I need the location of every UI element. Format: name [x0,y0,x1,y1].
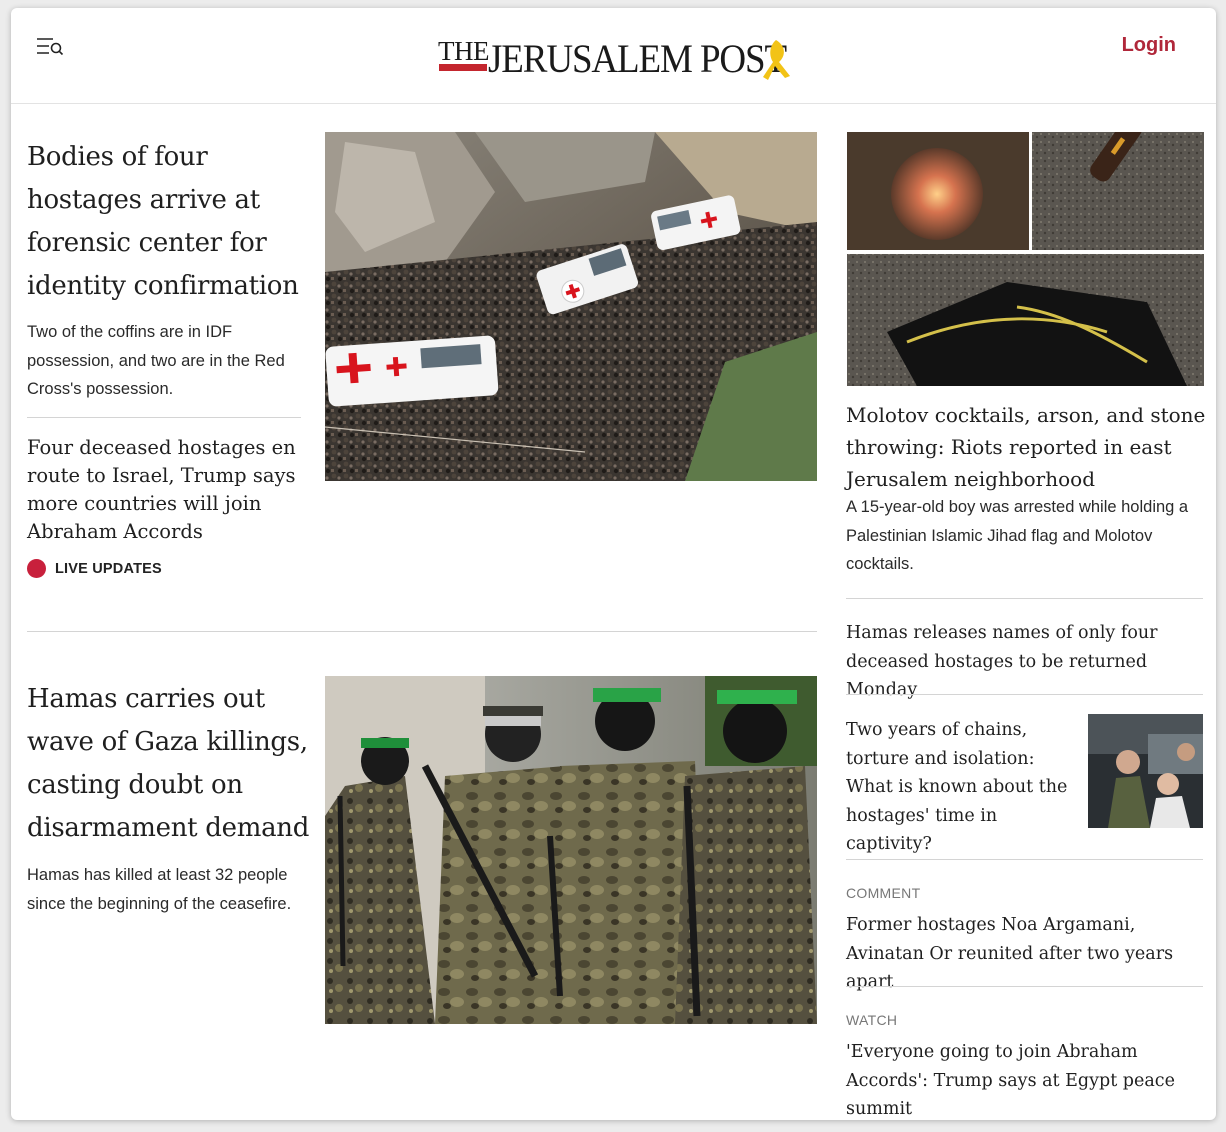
divider [846,598,1203,599]
menu-search-icon[interactable] [33,32,67,62]
lead-story-headline[interactable]: Bodies of four hostages arrive at forens… [27,136,312,308]
divider [846,859,1203,860]
rail-item-headline[interactable]: 'Everyone going to join Abraham Accords'… [846,1038,1206,1120]
page-frame: THE JERUSALEM POST Login Bodies of four … [11,8,1216,1120]
rail-item-thumbnail[interactable] [1088,714,1203,828]
second-story-headline[interactable]: Four deceased hostages en route to Israe… [27,434,307,546]
third-story-headline[interactable]: Hamas carries out wave of Gaza killings,… [27,678,317,850]
rail-top-summary: A 15-year-old boy was arrested while hol… [846,498,1189,573]
logo-red-bar [439,64,487,71]
logo-the-text: THE [438,36,489,66]
third-story-summary: Hamas has killed at least 32 people sinc… [27,866,292,913]
rail-top-photo[interactable] [847,132,1204,386]
divider [846,986,1203,987]
rail-top-headline[interactable]: Molotov cocktails, arson, and stone thro… [846,399,1206,495]
rail-item-headline[interactable]: Two years of chains, torture and isolati… [846,716,1081,859]
section-divider [27,631,817,632]
rail-item-kicker[interactable]: WATCH [846,1012,897,1028]
divider [27,417,301,418]
site-header: THE JERUSALEM POST Login [11,8,1216,104]
live-updates-badge[interactable]: LIVE UPDATES [27,559,162,578]
third-story-photo[interactable] [325,676,817,1024]
lead-story-photo[interactable] [325,132,817,481]
live-dot-icon [27,559,46,578]
login-button[interactable]: Login [1122,34,1176,57]
divider [846,694,1203,695]
rail-item-headline[interactable]: Hamas releases names of only four deceas… [846,619,1206,705]
live-updates-label: LIVE UPDATES [55,560,162,577]
lead-story-summary: Two of the coffins are in IDF possession… [27,323,285,398]
site-logo[interactable]: THE JERUSALEM POST [436,26,796,86]
rail-item-headline[interactable]: Former hostages Noa Argamani, Avinatan O… [846,911,1206,997]
rail-item-kicker[interactable]: COMMENT [846,885,920,901]
logo-name-text: JERUSALEM POST [488,36,787,81]
